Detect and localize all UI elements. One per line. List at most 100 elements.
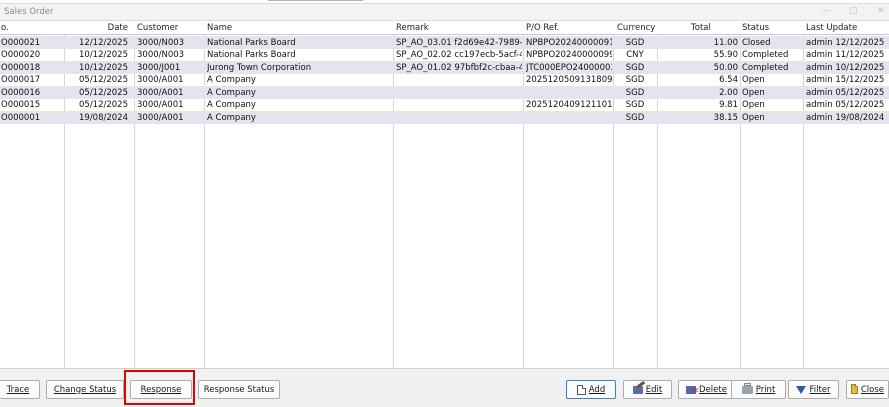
- col-header-no[interactable]: o.: [1, 23, 9, 33]
- cell-currency: SGD: [625, 87, 645, 98]
- cell-no: O000020: [1, 50, 41, 60]
- cell-remark: SP_AO_03.01 f2d69e42-7989-48f5-a(: [396, 37, 522, 48]
- close-button[interactable]: Close: [846, 380, 889, 399]
- printer-icon: [741, 382, 753, 394]
- cell-total: 11.00: [713, 37, 738, 48]
- cell-name: National Parks Board: [207, 37, 296, 48]
- col-header-name[interactable]: Name: [207, 23, 232, 33]
- col-header-currency[interactable]: Currency: [617, 23, 655, 33]
- delete-button[interactable]: Delete: [678, 380, 735, 399]
- cell-customer: 3000/N003: [137, 37, 185, 48]
- delete-button-label: Delete: [699, 384, 727, 395]
- cell-customer: 3000/J001: [137, 62, 181, 73]
- cell-total: 6.54: [719, 75, 738, 85]
- cell-name: A Company: [207, 100, 256, 110]
- cell-no: O000016: [1, 87, 41, 98]
- cell-currency: SGD: [625, 62, 645, 73]
- cell-customer: 3000/N003: [137, 50, 185, 60]
- minimize-icon[interactable]: —: [822, 6, 831, 16]
- col-header-last-update[interactable]: Last Update: [806, 23, 857, 33]
- cell-currency: SGD: [625, 112, 645, 123]
- cell-name: Jurong Town Corporation: [207, 62, 312, 73]
- table-row[interactable]: O000016 05/12/2025 3000/A001 A Company S…: [0, 86, 889, 99]
- cell-last-update: admin 11/12/2025: [806, 50, 885, 60]
- table-row[interactable]: O000017 05/12/2025 3000/A001 A Company 2…: [0, 74, 889, 87]
- cell-no: O000018: [1, 62, 41, 73]
- cell-currency: SGD: [625, 37, 645, 48]
- change-status-button-label: Change Status: [53, 384, 117, 395]
- cell-no: O000001: [1, 112, 41, 123]
- cell-status: Open: [742, 100, 765, 110]
- col-header-status[interactable]: Status: [742, 23, 769, 33]
- cell-last-update: admin 10/12/2025: [806, 62, 885, 73]
- cell-name: A Company: [207, 112, 256, 123]
- col-header-total[interactable]: Total: [691, 23, 711, 33]
- cell-name: National Parks Board: [207, 50, 296, 60]
- top-strip-mark: [268, 0, 363, 1]
- cell-last-update: admin 19/08/2024: [806, 112, 885, 123]
- print-button-label: Print: [755, 384, 776, 395]
- col-header-customer[interactable]: Customer: [137, 23, 178, 33]
- cell-status: Closed: [742, 37, 771, 48]
- table-row[interactable]: O000015 05/12/2025 3000/A001 A Company 2…: [0, 99, 889, 112]
- funnel-icon: [796, 385, 807, 394]
- table-row[interactable]: O000020 10/12/2025 3000/N003 National Pa…: [0, 49, 889, 62]
- cell-status: Open: [742, 75, 765, 85]
- edit-button[interactable]: Edit: [623, 380, 672, 399]
- cell-total: 38.15: [713, 112, 738, 123]
- cell-status: Open: [742, 112, 765, 123]
- print-button[interactable]: Print: [731, 380, 786, 399]
- cell-currency: SGD: [625, 100, 645, 110]
- filter-button[interactable]: Filter: [788, 380, 839, 399]
- close-window-icon[interactable]: ✕: [877, 6, 885, 16]
- trace-button[interactable]: Trace: [0, 380, 40, 399]
- cell-last-update: admin 05/12/2025: [806, 87, 885, 98]
- change-status-button[interactable]: Change Status: [46, 380, 124, 399]
- cell-date: 05/12/2025: [79, 87, 128, 98]
- cell-remark: SP_AO_01.02 97bfbf2c-cbaa-409b-9a: [396, 62, 522, 73]
- response-status-button[interactable]: Response Status: [198, 380, 280, 399]
- response-highlight-box: [124, 370, 195, 405]
- window-title: Sales Order: [4, 7, 54, 17]
- cell-remark: SP_AO_02.02 cc197ecb-5acf-429e-bc: [396, 50, 522, 60]
- cell-status: Completed: [742, 62, 789, 73]
- cell-customer: 3000/A001: [137, 87, 184, 98]
- cell-total: 55.90: [713, 50, 738, 60]
- sales-order-grid[interactable]: o. Date Customer Name Remark P/O Ref. Cu…: [0, 21, 889, 369]
- add-button[interactable]: Add: [566, 380, 616, 399]
- cell-name: A Company: [207, 75, 256, 85]
- cell-no: O000021: [1, 37, 41, 48]
- cell-date: 10/12/2025: [79, 50, 128, 60]
- filter-button-label: Filter: [809, 384, 831, 395]
- cell-status: Completed: [742, 50, 789, 60]
- cell-date: 05/12/2025: [79, 75, 128, 85]
- cell-total: 9.81: [719, 100, 738, 110]
- col-header-date[interactable]: Date: [64, 23, 128, 33]
- cell-last-update: admin 12/12/2025: [806, 37, 885, 48]
- cell-customer: 3000/A001: [137, 100, 184, 110]
- table-row[interactable]: O000018 10/12/2025 3000/J001 Jurong Town…: [0, 61, 889, 74]
- table-row[interactable]: O000021 12/12/2025 3000/N003 National Pa…: [0, 36, 889, 49]
- cell-no: O000015: [1, 100, 41, 110]
- cell-currency: SGD: [625, 75, 645, 85]
- title-bar: Sales Order — □ ✕: [0, 3, 889, 21]
- table-row[interactable]: O000001 19/08/2024 3000/A001 A Company S…: [0, 111, 889, 124]
- cell-total: 50.00: [713, 62, 738, 73]
- edit-button-label: Edit: [645, 384, 663, 395]
- cell-status: Open: [742, 87, 765, 98]
- cell-po-ref: 20251205091318094617: [526, 75, 612, 85]
- cell-no: O000017: [1, 75, 41, 85]
- cell-customer: 3000/A001: [137, 112, 184, 123]
- cell-currency: CNY: [626, 50, 644, 60]
- cell-last-update: admin 05/12/2025: [806, 100, 885, 110]
- cell-po-ref: 20251204091211013060: [526, 100, 612, 110]
- col-header-remark[interactable]: Remark: [396, 23, 429, 33]
- cell-total: 2.00: [719, 87, 738, 98]
- cell-date: 05/12/2025: [79, 100, 128, 110]
- folder-close-icon: [851, 383, 858, 394]
- close-button-label: Close: [860, 384, 884, 395]
- delete-icon: [686, 385, 699, 395]
- maximize-icon[interactable]: □: [849, 6, 858, 16]
- col-header-po-ref[interactable]: P/O Ref.: [526, 23, 559, 33]
- new-document-icon: [576, 384, 586, 395]
